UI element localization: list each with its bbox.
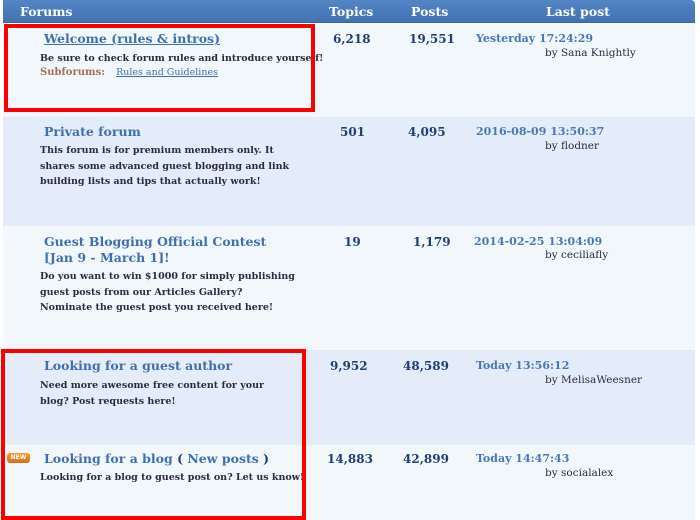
last-post-time-link[interactable]: 2014-02-25 13:04:09 — [474, 235, 602, 248]
last-post-time-link[interactable]: Today 14:47:43 — [476, 452, 569, 465]
topics-count: 14,883 — [327, 452, 373, 466]
last-post-author[interactable]: by socialalex — [545, 467, 613, 479]
forum-board: Forums Topics Posts Last post Welcome (r… — [3, 0, 695, 520]
forum-description: Do you want to win $1000 for simply publ… — [40, 271, 295, 313]
last-post-author[interactable]: by Sana Knightly — [545, 47, 636, 59]
posts-count: 4,095 — [408, 125, 446, 139]
last-post-author[interactable]: by flodner — [545, 140, 599, 152]
topics-count: 9,952 — [330, 359, 368, 373]
posts-count: 42,899 — [403, 452, 449, 466]
forum-description: This forum is for premium members only. … — [40, 145, 290, 187]
forum-row: Welcome (rules & intros) Be sure to chec… — [3, 24, 695, 117]
new-badge-icon: NEW — [7, 453, 30, 463]
posts-count: 1,179 — [413, 235, 451, 249]
forum-row: Private forum This forum is for premium … — [3, 117, 695, 225]
table-header: Forums Topics Posts Last post — [3, 0, 695, 23]
forum-title-link[interactable]: Welcome (rules & intros) — [44, 31, 294, 47]
last-post-author[interactable]: by ceciliafly — [545, 249, 608, 261]
subforum-link[interactable]: Rules and Guidelines — [116, 67, 218, 78]
paren-open: ( — [177, 451, 184, 466]
forum-description: Need more awesome free content for your … — [40, 380, 264, 407]
last-post-author[interactable]: by MelisaWeesner — [545, 374, 642, 386]
topics-count: 19 — [344, 235, 361, 249]
subforums: Subforums: Rules and Guidelines — [40, 66, 218, 80]
header-posts: Posts — [411, 4, 449, 19]
header-last-post: Last post — [546, 4, 610, 19]
forum-row: Looking for a guest author Need more awe… — [3, 350, 695, 444]
subforums-label: Subforums: — [40, 67, 105, 78]
forum-row: Guest Blogging Official Contest [Jan 9 -… — [3, 225, 695, 350]
header-forums: Forums — [20, 4, 73, 19]
forum-description: Be sure to check forum rules and introdu… — [40, 53, 324, 64]
forum-row: NEW Looking for a blog ( New posts ) Loo… — [3, 444, 695, 520]
forum-title-link[interactable]: Looking for a blog — [44, 451, 173, 466]
topics-count: 6,218 — [333, 32, 371, 46]
last-post-time-link[interactable]: Yesterday 17:24:29 — [476, 32, 593, 45]
topics-count: 501 — [340, 125, 366, 139]
forum-title-link[interactable]: Guest Blogging Official Contest [Jan 9 -… — [44, 234, 289, 266]
forum-description: Looking for a blog to guest post on? Let… — [40, 472, 305, 483]
posts-count: 19,551 — [409, 32, 455, 46]
header-topics: Topics — [329, 4, 374, 19]
paren-close: ) — [263, 451, 270, 466]
forum-title-link[interactable]: Private forum — [44, 124, 294, 140]
last-post-time-link[interactable]: Today 13:56:12 — [476, 359, 569, 372]
forum-title-link[interactable]: Looking for a guest author — [44, 358, 294, 374]
forum-title-group: Looking for a blog ( New posts ) — [44, 451, 294, 467]
posts-count: 48,589 — [403, 359, 449, 373]
last-post-time-link[interactable]: 2016-08-09 13:50:37 — [476, 125, 604, 138]
new-posts-link[interactable]: New posts — [187, 451, 258, 466]
